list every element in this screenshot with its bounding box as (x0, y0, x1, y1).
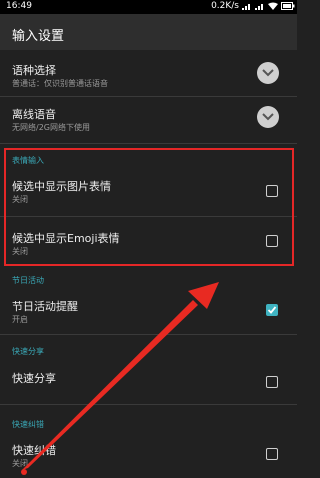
section-header-quickshare: 快速分享 (12, 347, 44, 356)
row-subtitle: 无网络/2G网络下使用 (12, 123, 90, 132)
offline-voice-row[interactable]: 离线语音 无网络/2G网络下使用 (0, 100, 297, 140)
checkbox[interactable] (266, 376, 278, 388)
section-header-festival: 节日活动 (12, 276, 44, 285)
checkbox-checked[interactable] (266, 304, 278, 316)
page-title: 输入设置 (12, 29, 65, 44)
row-subtitle: 开启 (12, 315, 28, 324)
language-select-row[interactable]: 语种选择 普通话：仅识别普通话语音 (0, 56, 297, 96)
quickshare-row[interactable]: 快速分享 (0, 366, 297, 400)
row-title: 离线语音 (12, 108, 56, 121)
section-header-quickfix: 快速纠错 (12, 420, 44, 429)
divider (0, 143, 297, 144)
row-subtitle: 普通话：仅识别普通话语音 (12, 79, 108, 88)
expand-circle-icon[interactable] (257, 106, 279, 128)
signal-icon-2 (255, 2, 265, 10)
divider (0, 96, 297, 97)
row-title: 快速分享 (12, 372, 56, 385)
festival-reminder-row[interactable]: 节日活动提醒 开启 (0, 294, 297, 332)
divider (0, 334, 297, 335)
highlight-box (4, 148, 294, 266)
network-speed: 0.2K/s (211, 1, 239, 11)
divider (0, 404, 297, 405)
wifi-icon (268, 2, 278, 10)
row-subtitle: 关闭 (12, 459, 28, 468)
status-icons: 0.2K/s (211, 1, 295, 11)
battery-icon (281, 2, 295, 10)
app-bar: 输入设置 (0, 14, 297, 50)
status-time: 16:49 (6, 1, 32, 11)
checkbox[interactable] (266, 448, 278, 460)
quickfix-row[interactable]: 快速纠错 关闭 (0, 438, 297, 476)
row-title: 语种选择 (12, 64, 56, 77)
signal-icon (242, 2, 252, 10)
row-title: 节日活动提醒 (12, 300, 78, 313)
row-title: 快速纠错 (12, 444, 56, 457)
expand-circle-icon[interactable] (257, 62, 279, 84)
status-bar: 16:49 0.2K/s (0, 0, 297, 14)
